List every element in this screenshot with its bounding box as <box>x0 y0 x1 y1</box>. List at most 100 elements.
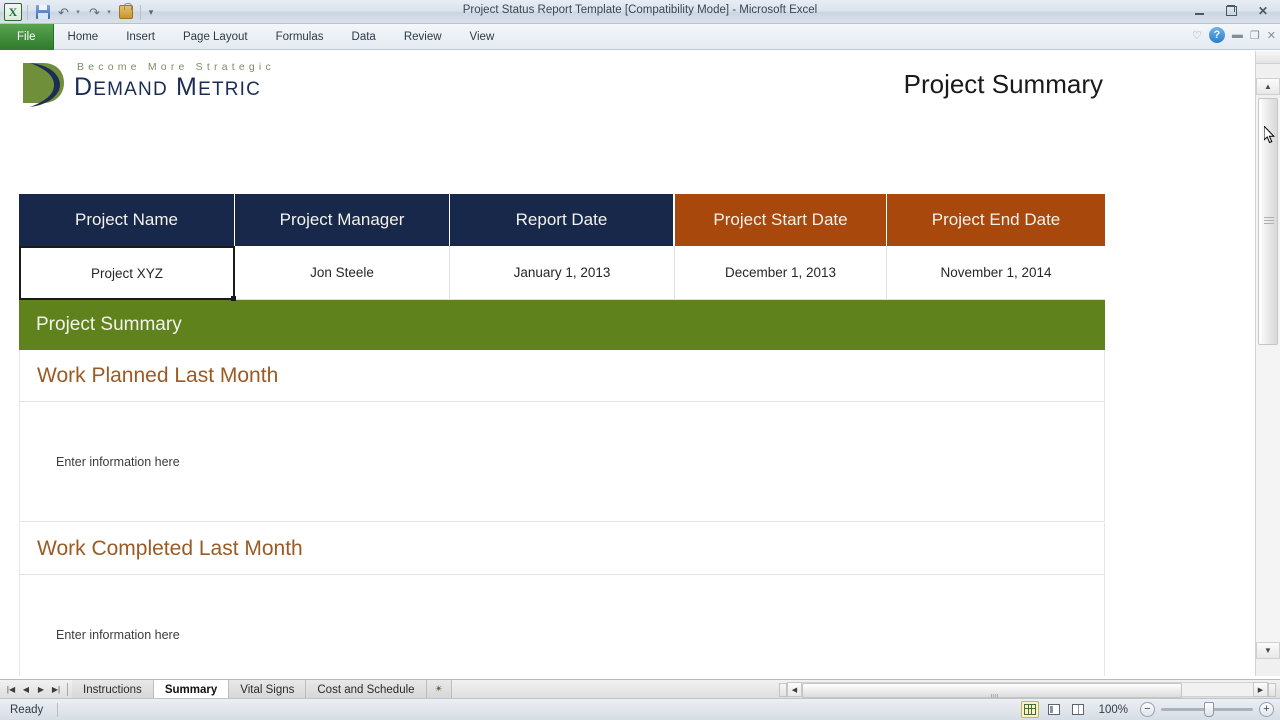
page-title: Project Summary <box>903 69 1103 99</box>
page-layout-view-icon <box>1047 704 1060 715</box>
cell-project-end-date[interactable]: November 1, 2014 <box>887 246 1105 300</box>
page-break-view-button[interactable] <box>1069 701 1087 718</box>
window-title: Project Status Report Template [Compatib… <box>462 4 818 16</box>
sheet-tabs: Instructions Summary Vital Signs Cost an… <box>72 680 452 699</box>
scroll-grip-icon <box>991 688 999 701</box>
header-report-date: Report Date <box>450 194 675 246</box>
status-divider <box>57 702 59 717</box>
tab-view[interactable]: View <box>456 24 509 50</box>
sheet-tab-summary[interactable]: Summary <box>153 680 230 699</box>
title-bar: X ↶ ▾ ↷ ▾ ▾ Project Status Report Templa… <box>0 0 1280 24</box>
document-header: Become More Strategic DEMAND METRIC Proj… <box>0 51 1255 126</box>
tab-home[interactable]: Home <box>54 24 113 50</box>
header-project-name: Project Name <box>19 194 235 246</box>
vertical-scroll-track[interactable]: ▼ <box>1256 98 1280 659</box>
first-sheet-button[interactable]: |◀ <box>4 682 18 697</box>
cell-project-manager[interactable]: Jon Steele <box>235 246 450 300</box>
horizontal-split-handle[interactable] <box>779 682 787 697</box>
section-band-project-summary: Project Summary <box>19 300 1105 350</box>
table-header-row: Project Name Project Manager Report Date… <box>19 194 1105 246</box>
mouse-cursor <box>1263 124 1276 144</box>
zoom-slider-handle[interactable] <box>1204 702 1214 717</box>
help-icon[interactable]: ? <box>1208 27 1225 43</box>
tab-formulas[interactable]: Formulas <box>262 24 338 50</box>
section-work-completed-last-month: Work Completed Last Month Enter informat… <box>19 523 1105 676</box>
split-handle[interactable] <box>1256 51 1280 64</box>
logo-text: Become More Strategic DEMAND METRIC <box>74 59 275 100</box>
header-project-end-date: Project End Date <box>887 194 1105 246</box>
demand-metric-logo: Become More Strategic DEMAND METRIC <box>20 59 275 107</box>
heart-icon[interactable]: ♡ <box>1192 29 1202 42</box>
maximize-button[interactable] <box>1220 2 1242 19</box>
scroll-left-button[interactable]: ◀ <box>787 682 802 697</box>
ribbon-tabs: File Home Insert Page Layout Formulas Da… <box>0 24 508 50</box>
table-value-row: Project XYZ Jon Steele January 1, 2013 D… <box>19 246 1105 301</box>
normal-view-icon <box>1023 704 1036 715</box>
logo-name: DEMAND METRIC <box>74 74 275 100</box>
page-layout-view-button[interactable] <box>1045 701 1063 718</box>
tab-insert[interactable]: Insert <box>112 24 169 50</box>
logo-emand: EMAND <box>93 79 168 100</box>
sheet-nav-buttons: |◀ ◀ ▶ ▶| <box>4 682 68 697</box>
horizontal-scrollbar[interactable]: ◀ ▶ <box>779 682 1276 701</box>
restore-window-icon[interactable]: ❐ <box>1250 29 1260 42</box>
section-work-planned-last-month: Work Planned Last Month Enter informatio… <box>19 350 1105 522</box>
status-right-controls: 100% − + <box>1020 701 1274 718</box>
cell-project-start-date[interactable]: December 1, 2013 <box>675 246 887 300</box>
ribbon-right-controls: ♡ ? ▬ ❐ ✕ <box>1192 27 1276 43</box>
section-body[interactable]: Enter information here <box>20 575 1104 676</box>
horizontal-scroll-track[interactable] <box>802 682 1253 701</box>
close-button[interactable]: ✕ <box>1252 2 1274 19</box>
tab-page-layout[interactable]: Page Layout <box>169 24 262 50</box>
last-sheet-button[interactable]: ▶| <box>49 682 63 697</box>
scroll-right-button[interactable]: ▶ <box>1253 682 1268 697</box>
zoom-slider[interactable] <box>1161 702 1253 717</box>
sheet-tab-instructions[interactable]: Instructions <box>72 680 154 699</box>
tab-data[interactable]: Data <box>338 24 390 50</box>
excel-window: X ↶ ▾ ↷ ▾ ▾ Project Status Report Templa… <box>0 0 1280 720</box>
cell-report-date[interactable]: January 1, 2013 <box>450 246 675 300</box>
insert-worksheet-button[interactable]: ✴ <box>426 680 452 699</box>
zoom-level-label[interactable]: 100% <box>1099 704 1128 716</box>
status-bar: Ready 100% − + <box>0 698 1280 720</box>
section-body[interactable]: Enter information here <box>20 402 1104 522</box>
logo-mark-icon <box>20 59 66 107</box>
tab-file[interactable]: File <box>0 24 54 50</box>
next-sheet-button[interactable]: ▶ <box>34 682 48 697</box>
logo-swoosh-svg <box>23 63 64 107</box>
header-project-start-date: Project Start Date <box>675 194 887 246</box>
minimize-ribbon-icon[interactable]: ▬ <box>1232 29 1243 41</box>
page-break-view-icon <box>1071 704 1084 715</box>
zoom-out-button[interactable]: − <box>1140 702 1155 717</box>
close-workbook-icon[interactable]: ✕ <box>1267 29 1276 42</box>
vertical-scrollbar[interactable]: ▲ ▼ <box>1255 51 1280 676</box>
logo-tagline: Become More Strategic <box>77 61 275 73</box>
zoom-in-button[interactable]: + <box>1259 702 1274 717</box>
logo-m: M <box>176 73 199 101</box>
section-title: Work Planned Last Month <box>20 350 1104 402</box>
cell-project-name[interactable]: Project XYZ <box>19 246 236 301</box>
ribbon-tab-strip: File Home Insert Page Layout Formulas Da… <box>0 24 1280 50</box>
scroll-down-button[interactable]: ▼ <box>1256 642 1280 659</box>
sheet-tab-vital-signs[interactable]: Vital Signs <box>229 680 307 699</box>
header-project-manager: Project Manager <box>235 194 450 246</box>
scroll-up-button[interactable]: ▲ <box>1256 78 1280 95</box>
sheet-tab-cost-and-schedule[interactable]: Cost and Schedule <box>306 680 427 699</box>
project-info-table: Project Name Project Manager Report Date… <box>19 194 1105 301</box>
worksheet-canvas[interactable]: Become More Strategic DEMAND METRIC Proj… <box>0 51 1255 676</box>
scroll-grip-icon <box>1264 217 1274 224</box>
normal-view-button[interactable] <box>1020 701 1039 718</box>
sheet-tab-bar: |◀ ◀ ▶ ▶| Instructions Summary Vital Sig… <box>0 679 1280 701</box>
status-mode: Ready <box>10 703 44 716</box>
window-controls: ✕ <box>1188 2 1274 19</box>
section-title: Work Completed Last Month <box>20 523 1104 575</box>
tab-review[interactable]: Review <box>390 24 456 50</box>
nav-divider <box>67 683 68 696</box>
logo-d: D <box>74 73 94 101</box>
logo-etric: ETRIC <box>198 79 262 100</box>
insert-sheet-icon: ✴ <box>434 684 443 695</box>
prev-sheet-button[interactable]: ◀ <box>19 682 33 697</box>
horizontal-scroll-thumb[interactable] <box>802 683 1182 701</box>
minimize-button[interactable] <box>1188 2 1210 19</box>
horizontal-split-handle-right[interactable] <box>1268 682 1276 697</box>
